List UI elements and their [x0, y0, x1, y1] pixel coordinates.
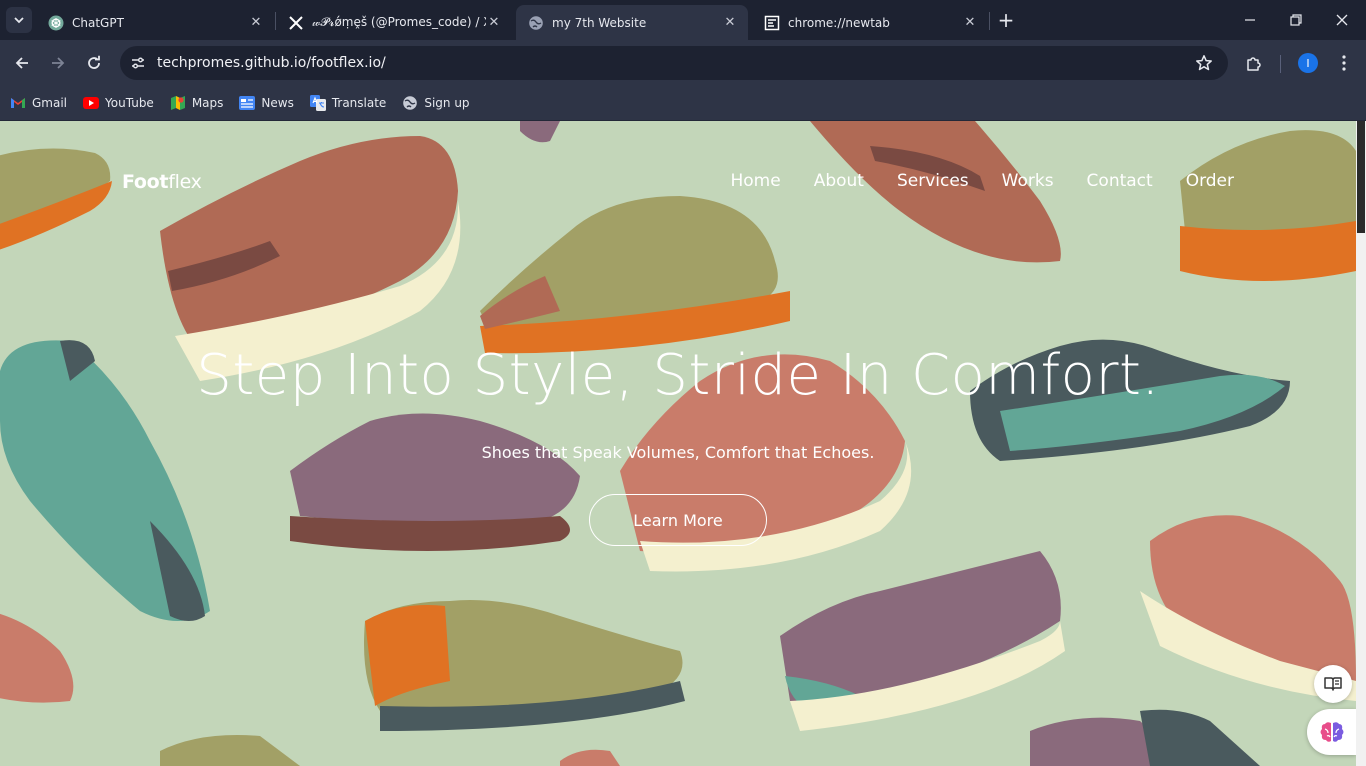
bookmark-youtube[interactable]: YouTube: [83, 95, 154, 111]
newtab-icon: [764, 15, 780, 31]
tab-title: 𝓌𝓟𝓻ǿṃḙṧ (@Promes_code) / X: [312, 15, 486, 29]
bookmark-star-icon[interactable]: [1190, 49, 1218, 77]
close-tab-icon[interactable]: ✕: [486, 15, 502, 31]
restore-button[interactable]: [1276, 6, 1316, 34]
bookmark-label: Sign up: [424, 96, 470, 110]
scrollbar-thumb[interactable]: [1357, 121, 1365, 233]
logo-bold: Foot: [122, 171, 169, 193]
bookmark-label: YouTube: [105, 96, 154, 110]
browser-toolbar: techpromes.github.io/footflex.io/ I: [0, 40, 1366, 86]
gmail-icon: [10, 95, 26, 111]
globe-icon: [402, 95, 418, 111]
bookmark-gmail[interactable]: Gmail: [10, 95, 67, 111]
close-tab-icon[interactable]: ✕: [722, 15, 738, 31]
profile-button[interactable]: I: [1294, 49, 1322, 77]
minimize-button[interactable]: [1230, 6, 1270, 34]
toolbar-divider: [1280, 55, 1281, 73]
chatgpt-icon: [48, 15, 64, 31]
brain-icon: [1320, 722, 1343, 742]
nav-order[interactable]: Order: [1186, 171, 1234, 191]
arrow-right-icon: [52, 57, 65, 69]
url-text: techpromes.github.io/footflex.io/: [157, 55, 386, 71]
address-bar[interactable]: techpromes.github.io/footflex.io/: [120, 46, 1228, 80]
bookmark-label: News: [261, 96, 294, 110]
nav-works[interactable]: Works: [1002, 171, 1054, 191]
bookmark-sign-up[interactable]: Sign up: [402, 95, 470, 111]
globe-icon: [528, 15, 544, 31]
logo-light: flex: [168, 171, 202, 193]
close-window-button[interactable]: [1322, 6, 1362, 34]
maps-icon: [170, 95, 186, 111]
extensions-button[interactable]: [1240, 49, 1268, 77]
tab-strip: ChatGPT ✕ 𝓌𝓟𝓻ǿṃḙṧ (@Promes_code) / X ✕ m…: [0, 0, 1366, 40]
reload-button[interactable]: [80, 49, 108, 77]
tab-x-profile[interactable]: 𝓌𝓟𝓻ǿṃḙṧ (@Promes_code) / X ✕: [276, 5, 512, 40]
close-tab-icon[interactable]: ✕: [962, 15, 978, 31]
hero-title: Step Into Style, Stride In Comfort.: [196, 343, 1160, 408]
back-button[interactable]: [8, 49, 36, 77]
ai-assistant-button[interactable]: [1307, 709, 1356, 755]
news-icon: [239, 95, 256, 111]
nav-contact[interactable]: Contact: [1087, 171, 1153, 191]
forward-button[interactable]: [44, 49, 72, 77]
tab-chatgpt[interactable]: ChatGPT ✕: [36, 5, 274, 40]
bookmarks-bar: Gmail YouTube Maps News Translate Sign u…: [0, 86, 1366, 121]
translate-icon: [309, 95, 326, 111]
reload-icon: [88, 55, 100, 69]
tab-title: ChatGPT: [72, 15, 124, 30]
tab-divider: [989, 12, 990, 30]
puzzle-icon: [1247, 57, 1261, 71]
youtube-icon: [83, 95, 100, 111]
avatar: I: [1298, 53, 1318, 73]
restore-icon: [1290, 14, 1302, 26]
nav-about[interactable]: About: [814, 171, 864, 191]
arrow-left-icon: [15, 57, 28, 69]
hero-subtitle: Shoes that Speak Volumes, Comfort that E…: [481, 443, 875, 462]
x-logo-icon: [288, 15, 304, 31]
book-open-icon: [1324, 677, 1342, 691]
site-nav: Home About Services Works Contact Order: [697, 171, 1234, 191]
tab-my-7th-website[interactable]: my 7th Website ✕: [516, 5, 748, 40]
tab-search-button[interactable]: [6, 7, 32, 33]
bookmark-news[interactable]: News: [239, 95, 294, 111]
minimize-icon: [1245, 19, 1255, 21]
tab-title: my 7th Website: [552, 15, 647, 30]
bookmark-translate[interactable]: Translate: [309, 95, 387, 111]
bookmark-label: Gmail: [32, 96, 68, 110]
tab-title: chrome://newtab: [788, 15, 890, 30]
nav-home[interactable]: Home: [730, 171, 780, 191]
bookmark-label: Translate: [331, 96, 387, 110]
close-icon: [1336, 14, 1348, 26]
bookmark-label: Maps: [191, 96, 224, 110]
reader-mode-button[interactable]: [1314, 665, 1352, 703]
chevron-down-icon: [14, 17, 24, 24]
page-scrollbar[interactable]: [1356, 121, 1366, 766]
nav-services[interactable]: Services: [897, 171, 969, 191]
new-tab-button[interactable]: +: [994, 8, 1018, 32]
page-viewport: Footflex Home About Services Works Conta…: [0, 121, 1356, 766]
browser-menu-button[interactable]: [1330, 49, 1358, 77]
tab-newtab[interactable]: chrome://newtab ✕: [752, 5, 988, 40]
learn-more-button[interactable]: Learn More: [589, 494, 767, 546]
bookmark-maps[interactable]: Maps: [170, 95, 224, 111]
plus-icon: +: [997, 8, 1015, 32]
site-logo[interactable]: Footflex: [122, 171, 202, 193]
close-tab-icon[interactable]: ✕: [248, 15, 264, 31]
kebab-menu-icon: [1342, 55, 1346, 71]
site-settings-icon[interactable]: [124, 49, 152, 77]
